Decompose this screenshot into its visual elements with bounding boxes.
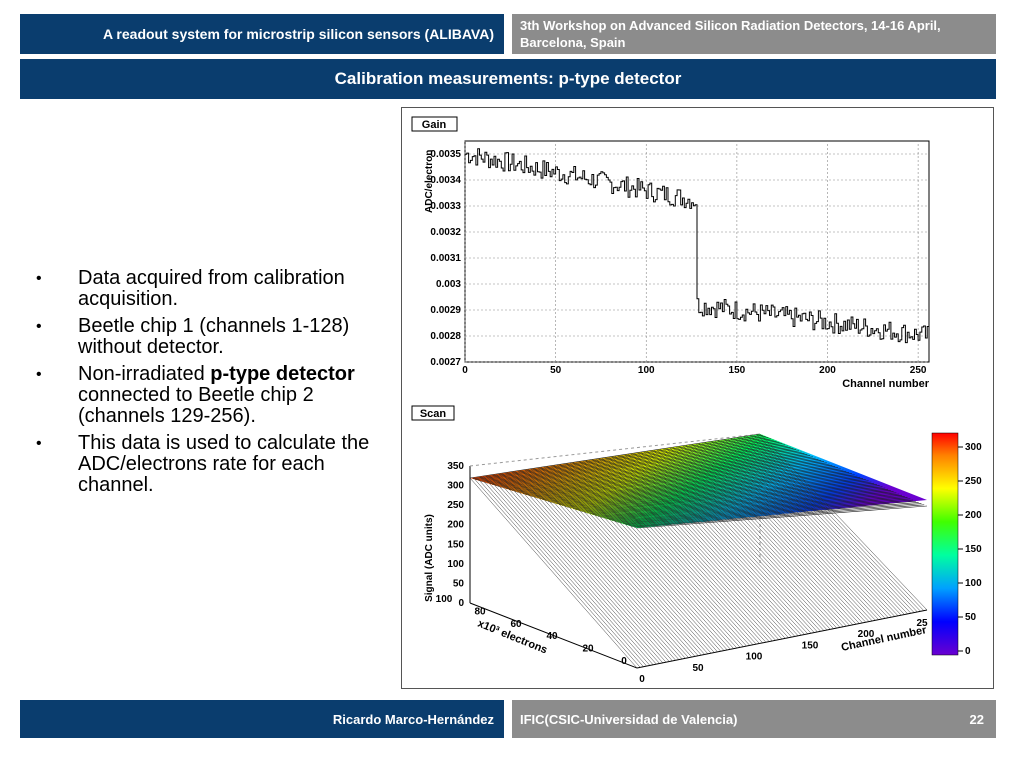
scan-z-tick-label: 0	[458, 598, 464, 609]
scan-y-ticks: 0 20 40 60 80 100	[436, 594, 628, 667]
gain-y-tick-label: 0.0033	[430, 201, 461, 212]
scan-mesh-line	[750, 435, 918, 613]
bullet-icon: •	[36, 435, 42, 452]
gain-y-tick-label: 0.0032	[430, 227, 461, 238]
gain-x-tick-label: 250	[910, 365, 927, 376]
gain-y-tick-label: 0.0034	[430, 175, 461, 186]
scan-x-tick-label: 50	[692, 663, 704, 674]
gain-x-tick-label: 150	[729, 365, 746, 376]
footer-institution: IFIC(CSIC-Universidad de Valencia)	[520, 712, 738, 727]
gain-chart: Gain 0.0027 0.0028 0.0029 0.003 0.0031 0.0032…	[411, 116, 930, 390]
scan-x-label: Channel number	[840, 624, 928, 654]
gain-y-tick-label: 0.003	[436, 279, 461, 290]
gain-x-tick-label: 50	[550, 365, 562, 376]
scan-y-tick-label: 100	[436, 594, 453, 605]
bullet-text-pre: Non-irradiated	[78, 363, 211, 385]
scan-z-tick-label: 200	[447, 520, 464, 531]
scan-z-tick-label: 100	[447, 559, 464, 570]
header-event: 3th Workshop on Advanced Silicon Radiati…	[512, 14, 996, 54]
bullet-icon: •	[36, 318, 42, 335]
scan-mesh-line	[756, 434, 924, 611]
scan-colorbar-tick-label: 300	[965, 442, 982, 453]
gain-y-tick-label: 0.0028	[430, 331, 461, 342]
scan-y-tick-label: 60	[510, 619, 522, 630]
scan-colorbar-tick-label: 200	[965, 510, 982, 521]
gain-title: Gain	[422, 119, 447, 131]
scan-chart: Scan 050100150200250300350 020406080100 …	[411, 405, 982, 685]
gain-x-ticks: 0 50 100 150 200 250	[462, 365, 927, 376]
scan-z-tick-label: 150	[447, 539, 464, 550]
gain-x-tick-label: 200	[819, 365, 836, 376]
scan-colorbar-tick-label: 250	[965, 476, 982, 487]
scan-y-tick-label: 20	[582, 644, 594, 655]
gain-y-tick-label: 0.0027	[430, 357, 461, 368]
bullet-text: This data is used to calculate the ADC/e…	[78, 432, 370, 496]
bullet-text: Beetle chip 1 (channels 1-128) without d…	[78, 315, 350, 358]
scan-mesh-line	[753, 434, 921, 612]
scan-x-tick-label: 100	[746, 652, 763, 663]
figure-panel: Gain 0.0027 0.0028 0.0029 0.003 0.0031 0.0032…	[401, 107, 994, 689]
scan-title: Scan	[420, 408, 447, 420]
scan-mesh-line	[759, 433, 928, 611]
gain-x-tick-label: 0	[462, 365, 468, 376]
bullet-list: • Data acquired from calibration acquisit…	[36, 268, 381, 502]
scan-y-tick-label: 0	[621, 656, 627, 667]
header-title: A readout system for microstrip silicon …	[20, 14, 504, 54]
gain-y-tick-label: 0.0035	[430, 149, 461, 160]
scan-x-tick-label: 0	[639, 674, 645, 685]
scan-colorbar-tick-label: 100	[965, 578, 982, 589]
gain-y-tick-label: 0.0031	[430, 253, 461, 264]
scan-z-tick-label: 300	[447, 481, 464, 492]
bullet-item: • Non-irradiated p-type detector connecte…	[36, 364, 381, 427]
header-event-line2: Barcelona, Spain	[520, 35, 626, 50]
scan-z-tick-label: 250	[447, 500, 464, 511]
bullet-icon: •	[36, 366, 42, 383]
scan-z-tick-label: 50	[453, 578, 465, 589]
scan-y-tick-label: 80	[474, 606, 486, 617]
scan-colorbar	[931, 432, 959, 656]
scan-z-label: Signal (ADC units)	[424, 514, 435, 602]
footer-author: Ricardo Marco-Hernández	[20, 700, 504, 738]
scan-colorbar-ticks: 0 50 100 150 200 250 300	[958, 442, 982, 657]
page-number: 22	[969, 712, 984, 727]
scan-colorbar-tick-label: 150	[965, 544, 982, 555]
bullet-item: • This data is used to calculate the ADC/…	[36, 433, 381, 496]
scan-colorbar-tick-label: 50	[965, 612, 977, 623]
gain-y-label: ADC/electron	[424, 150, 435, 213]
gain-x-label: Channel number	[842, 378, 930, 390]
bullet-icon: •	[36, 270, 42, 287]
figure-svg: Gain 0.0027 0.0028 0.0029 0.003 0.0031 0.0032…	[411, 116, 982, 685]
scan-z-tick-label: 350	[447, 461, 464, 472]
footer-institution-bar: IFIC(CSIC-Universidad de Valencia) 22	[512, 700, 996, 738]
gain-y-tick-label: 0.0029	[430, 305, 461, 316]
header-event-line1: 3th Workshop on Advanced Silicon Radiati…	[520, 18, 941, 33]
gain-y-ticks: 0.0027 0.0028 0.0029 0.003 0.0031 0.0032 0.003…	[430, 149, 461, 368]
bullet-item: • Data acquired from calibration acquisit…	[36, 268, 381, 310]
scan-colorbar-tick-label: 0	[965, 646, 971, 657]
gain-x-tick-label: 100	[638, 365, 655, 376]
bullet-item: • Beetle chip 1 (channels 1-128) without …	[36, 316, 381, 358]
bullet-text-bold: p-type detector	[210, 363, 355, 385]
scan-z-ticks: 0 50 100 150 200 250 300 350	[447, 461, 464, 609]
scan-y-tick-label: 40	[546, 631, 558, 642]
bullet-text-post: connected to Beetle chip 2 (channels 129…	[78, 384, 314, 427]
bullet-text: Data acquired from calibration acquisiti…	[78, 267, 345, 310]
scan-x-tick-label: 150	[802, 640, 819, 651]
slide-title: Calibration measurements: p-type detecto…	[20, 59, 996, 99]
